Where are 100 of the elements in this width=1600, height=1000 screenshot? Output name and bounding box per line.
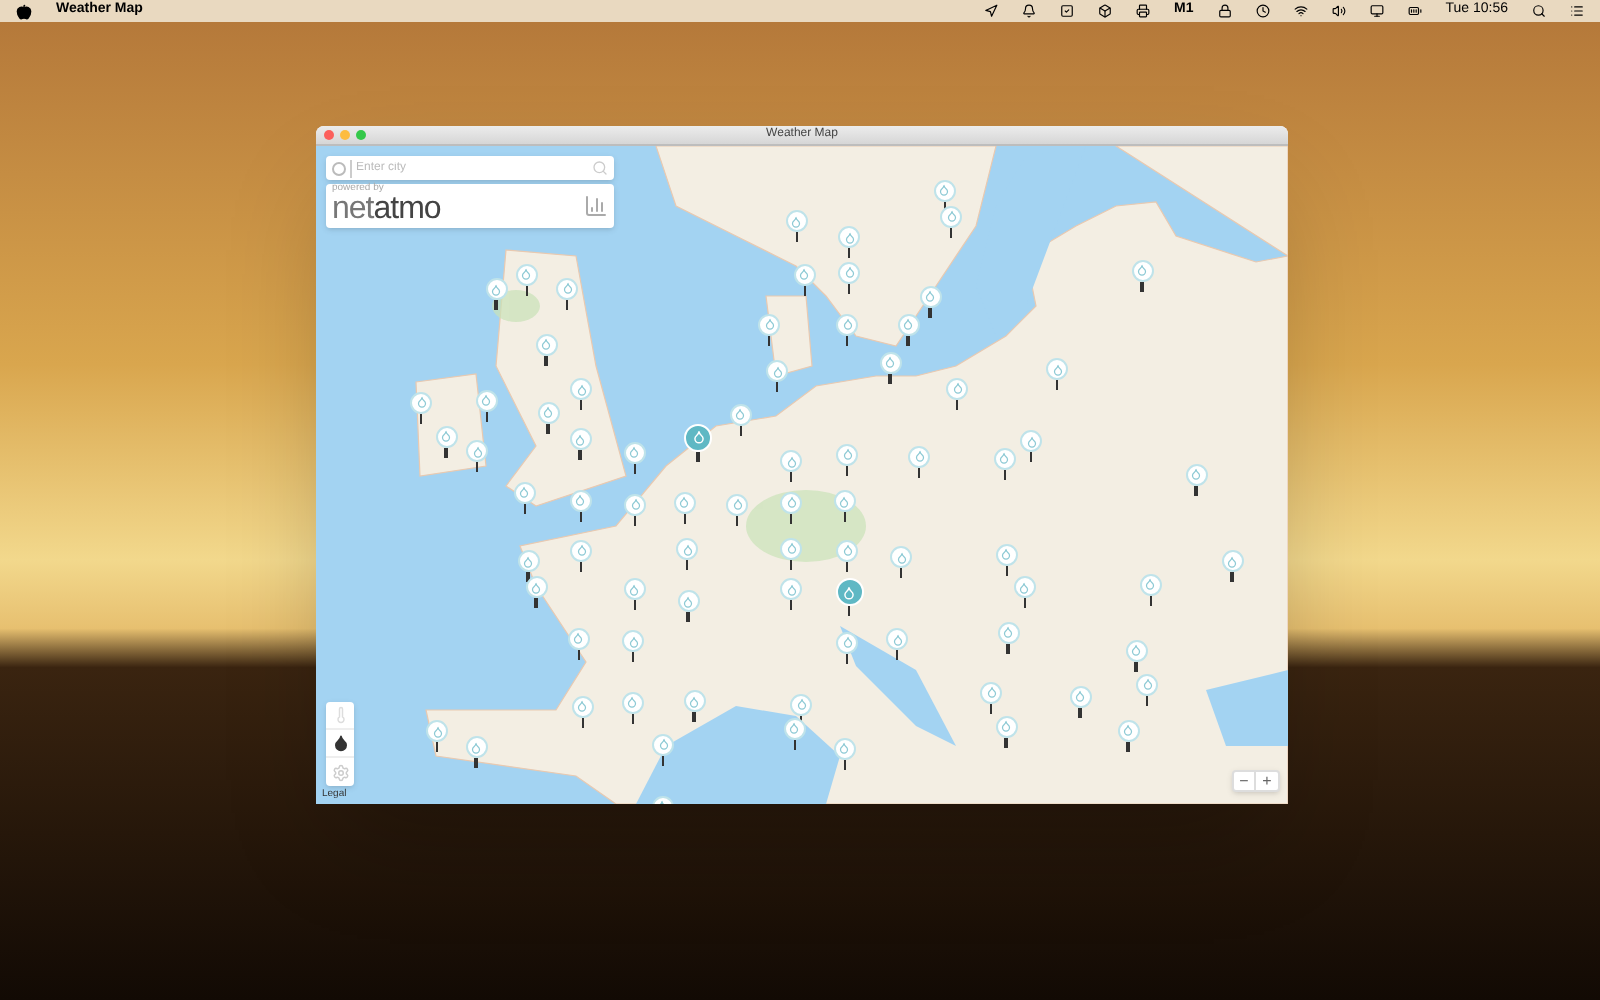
map-pin[interactable] [766,360,789,393]
map-pin[interactable] [1131,259,1153,292]
printer-icon[interactable] [1136,4,1150,18]
drop-icon [785,583,798,596]
drop-icon [576,700,589,712]
zoom-out-button[interactable]: − [1234,772,1256,790]
map-pin[interactable] [780,578,803,611]
map-pin[interactable] [780,450,803,483]
map-pin[interactable] [569,489,592,522]
map-pin[interactable] [890,546,913,579]
map-pin[interactable] [836,313,859,346]
bell-icon[interactable] [1022,4,1036,18]
map-pin[interactable] [435,425,457,457]
map-pin[interactable] [569,428,591,461]
map-pin[interactable] [652,733,675,765]
map-pin[interactable] [780,537,803,569]
map-pin[interactable] [623,578,646,611]
map-pin[interactable] [535,333,557,366]
map-pin[interactable] [995,543,1018,575]
map-pin[interactable] [676,538,699,571]
map-pin[interactable] [571,695,594,727]
map-pin[interactable] [1069,685,1091,718]
map-pin[interactable] [570,378,593,411]
map-pin[interactable] [426,720,449,753]
map-pin[interactable] [683,690,705,723]
map-pin[interactable] [919,285,941,317]
map-pin[interactable] [940,205,963,237]
map-pin[interactable] [567,627,590,659]
battery-icon[interactable] [1407,4,1422,18]
map-pin[interactable] [838,226,861,259]
map-pin[interactable] [465,736,487,769]
display-icon[interactable] [1369,4,1384,18]
location-arrow-icon[interactable] [984,4,998,18]
map-pin[interactable] [726,493,749,526]
rain-layer-button[interactable] [326,730,354,758]
map-pin[interactable] [1125,639,1147,672]
map-pin[interactable] [897,313,919,346]
checkbox-icon[interactable] [1060,4,1074,18]
drop-icon [1141,678,1154,691]
drop-icon [1136,264,1148,277]
map-pin[interactable] [677,590,699,623]
map-pin[interactable] [785,210,808,243]
map-pin[interactable] [780,491,803,524]
map-pin[interactable] [623,441,646,474]
map-pin[interactable] [838,261,861,294]
drop-icon [574,494,587,507]
map-pin[interactable] [1139,573,1162,605]
map-pin[interactable] [729,403,752,435]
map-pin[interactable] [1046,358,1069,391]
map-pin[interactable] [758,313,781,346]
box-icon[interactable] [1098,4,1112,18]
drop-icon [734,408,747,420]
volume-icon[interactable] [1331,4,1346,18]
clock-icon[interactable] [1255,4,1270,18]
map-pin[interactable] [1136,673,1159,706]
map-pin[interactable] [1185,463,1207,496]
map-pin[interactable] [1221,550,1243,583]
apple-icon[interactable] [16,3,32,19]
map-pin[interactable] [1013,576,1036,609]
search-icon[interactable] [1532,4,1546,18]
map-pin[interactable] [908,445,931,477]
map-pin[interactable] [621,691,644,724]
map-pin[interactable] [624,493,647,526]
list-icon[interactable] [1570,4,1584,18]
map-pin[interactable] [995,715,1017,747]
map-pin[interactable] [886,628,909,661]
map-pin[interactable] [836,539,859,572]
map-pin[interactable] [833,737,856,769]
map-pin[interactable] [836,631,859,664]
map-pin[interactable] [673,491,696,524]
drop-icon [985,686,998,699]
map-pin[interactable] [537,401,559,434]
drop-icon [913,450,926,462]
map-pin[interactable] [513,481,536,514]
map-pin[interactable] [793,263,816,295]
map-pin[interactable] [475,389,498,422]
map-pin[interactable] [466,440,489,473]
map-pin[interactable] [1117,719,1139,752]
map-pin[interactable] [622,630,645,663]
map-pin[interactable] [525,576,547,609]
map-pin[interactable] [997,621,1019,654]
map-pin[interactable] [485,278,507,311]
map-pin[interactable] [833,490,856,523]
drop-icon [838,742,851,754]
lock-icon[interactable] [1217,4,1232,18]
map-pin[interactable] [1020,430,1043,463]
map-pin[interactable] [783,717,806,749]
drop-icon [681,543,694,556]
map-pin[interactable] [879,351,901,384]
map-pin[interactable] [946,377,969,409]
drop-icon [1190,468,1202,481]
map-pin[interactable] [410,391,433,424]
map-pin[interactable] [836,443,859,475]
map-pin[interactable] [556,277,579,309]
wifi-icon[interactable] [1293,4,1308,18]
map-pin[interactable] [515,263,538,295]
map-pin[interactable] [993,447,1016,479]
map-pin[interactable] [980,681,1003,714]
zoom-in-button[interactable]: + [1256,772,1278,790]
map-pin[interactable] [570,539,593,572]
